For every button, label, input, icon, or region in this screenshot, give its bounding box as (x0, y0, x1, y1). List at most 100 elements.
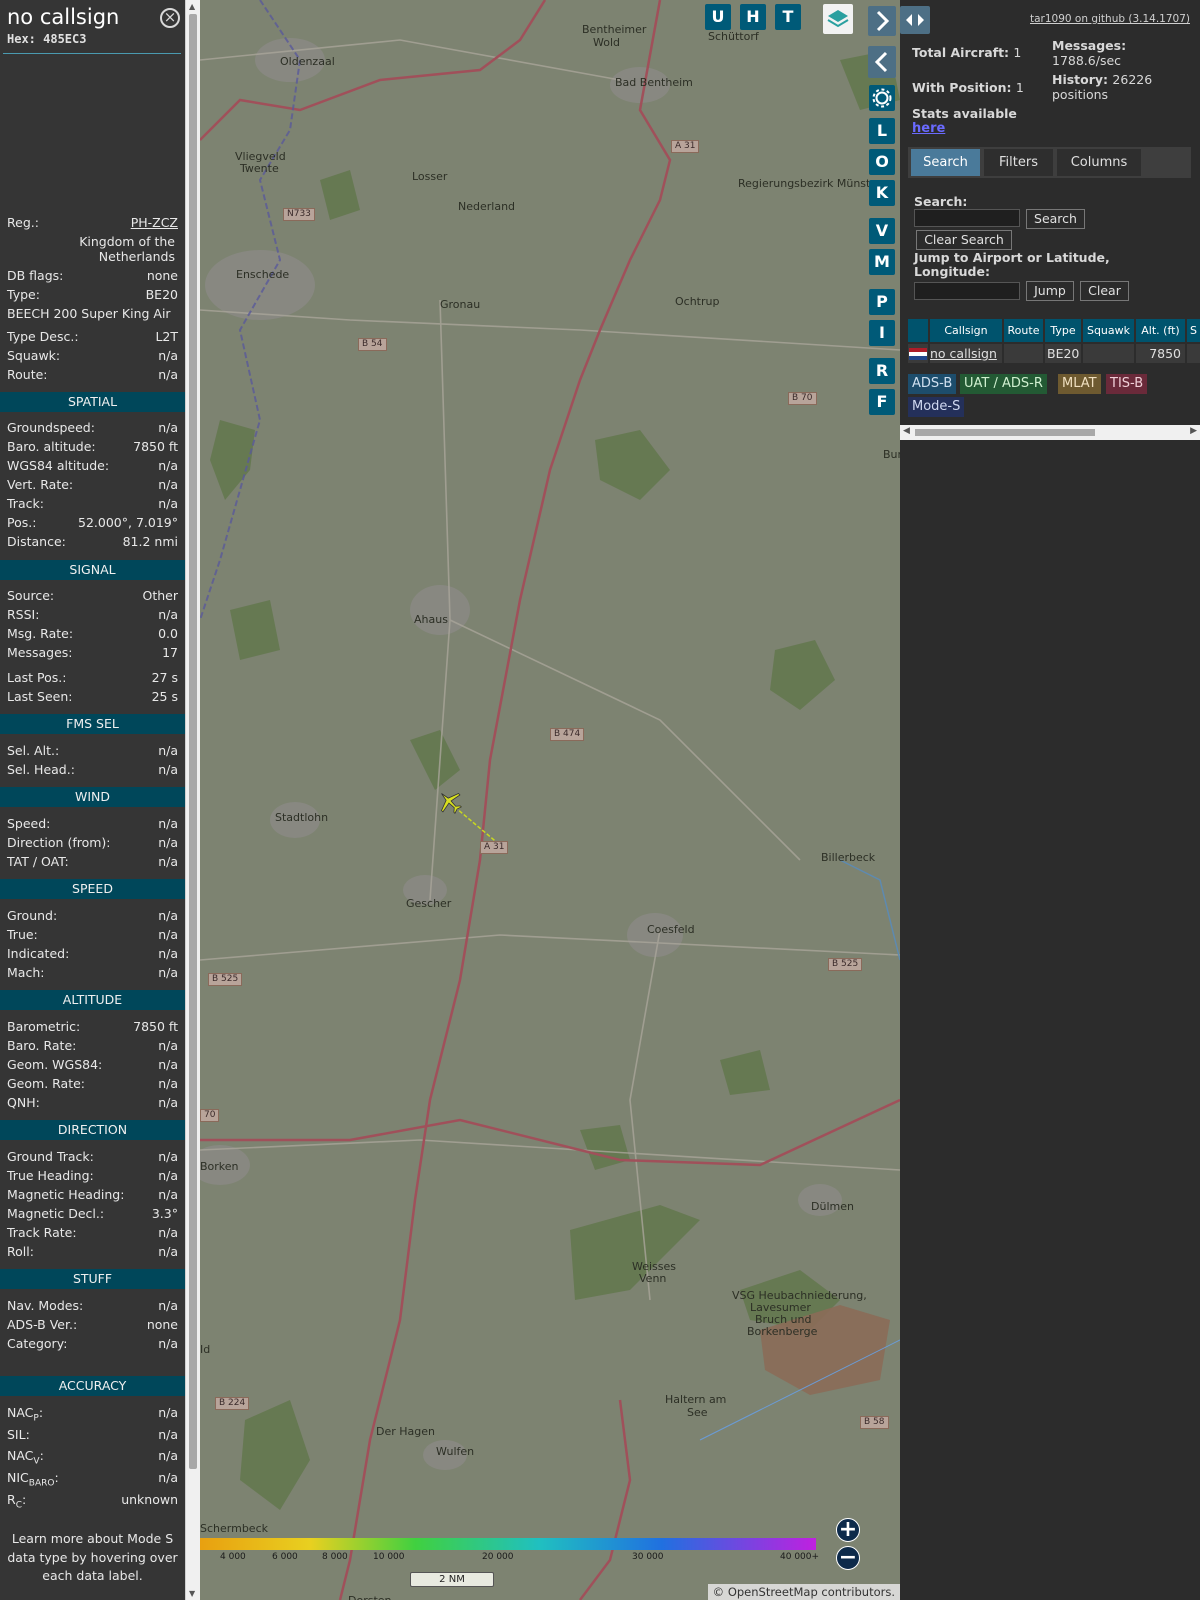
map-btn-l[interactable]: L (869, 118, 895, 144)
tab-columns[interactable]: Columns (1057, 149, 1141, 176)
map-btn-i[interactable]: I (869, 320, 895, 346)
signal-label: Messages: (7, 645, 73, 660)
map-btn-o[interactable]: O (869, 149, 895, 175)
signal-row: Messages: 17 (7, 644, 178, 661)
hscroll-thumb[interactable] (915, 429, 1095, 436)
nacp-label: NACP: (7, 1405, 44, 1424)
history-stat: History: 26226 positions (1052, 72, 1153, 102)
direction-value: n/a (158, 1187, 178, 1202)
direction-row: Ground Track: n/a (7, 1148, 178, 1165)
legend-adsb[interactable]: ADS-B (908, 374, 957, 394)
place-label: Bur (883, 448, 900, 461)
direction-row: Magnetic Decl.: 3.3° (7, 1205, 178, 1222)
dbflags-label: DB flags: (7, 268, 64, 283)
col-altitude[interactable]: Alt. (ft) (1136, 319, 1185, 342)
swap-sides-icon[interactable] (900, 6, 930, 34)
scrollbar-thumb[interactable] (189, 14, 197, 1469)
stuff-value: none (146, 1317, 178, 1332)
speed-label: Mach: (7, 965, 45, 980)
search-button[interactable]: Search (1026, 209, 1085, 229)
map-view[interactable]: Oldenzaal Bentheimer Wold Schüttorf Bad Bent… (200, 0, 900, 1600)
spatial-value: 52.000°, 7.019° (78, 515, 178, 530)
table-horizontal-scrollbar[interactable]: ◀ ▶ (900, 425, 1200, 440)
place-label: Dülmen (811, 1200, 854, 1213)
zoom-out-button[interactable]: − (836, 1546, 860, 1570)
direction-value: n/a (158, 1149, 178, 1164)
reg-label: Reg.: (7, 215, 39, 230)
signal-row: Last Seen: 25 s (7, 688, 178, 705)
settings-gear-icon[interactable] (869, 85, 895, 111)
speed-row: Mach: n/a (7, 964, 178, 981)
country-line-2: Netherlands (98, 249, 175, 264)
direction-label: Ground Track: (7, 1149, 94, 1164)
scroll-right-icon[interactable]: ▶ (1190, 426, 1197, 436)
map-btn-u[interactable]: U (705, 4, 731, 30)
legend-tisb[interactable]: TIS-B (1106, 374, 1148, 394)
map-btn-r[interactable]: R (869, 358, 895, 384)
aircraft-icon[interactable] (436, 788, 464, 816)
legend-uat[interactable]: UAT / ADS-R (960, 374, 1047, 394)
fms-row: Sel. Head.: n/a (7, 761, 178, 778)
tab-filters[interactable]: Filters (984, 149, 1053, 176)
place-label: Wold (593, 36, 621, 49)
zoom-in-button[interactable]: + (836, 1518, 860, 1542)
scroll-down-icon[interactable]: ▼ (189, 1589, 195, 1598)
place-label: Id (200, 1343, 211, 1356)
legend-modes[interactable]: Mode-S (908, 397, 965, 417)
row-callsign[interactable]: no callsign (930, 344, 1002, 363)
col-route[interactable]: Route (1004, 319, 1043, 342)
search-label: Search: (914, 194, 968, 209)
spatial-label: Distance: (7, 534, 66, 549)
direction-row: Magnetic Heading: n/a (7, 1186, 178, 1203)
map-btn-m[interactable]: M (869, 249, 895, 275)
map-btn-h[interactable]: H (740, 4, 766, 30)
wind-label: TAT / OAT: (7, 854, 69, 869)
map-btn-p[interactable]: P (869, 289, 895, 315)
col-speed[interactable]: S (1187, 319, 1200, 342)
spatial-value: 7850 ft (133, 439, 178, 454)
map-btn-v[interactable]: V (869, 218, 895, 244)
tab-search[interactable]: Search (911, 149, 980, 176)
github-link[interactable]: tar1090 on github (3.14.1707) (1030, 13, 1190, 25)
speed-row: Indicated: n/a (7, 945, 178, 962)
rc-value: unknown (121, 1492, 178, 1507)
stats-here-link[interactable]: here (912, 121, 945, 136)
osm-link[interactable]: OpenStreetMap (728, 1585, 818, 1599)
col-callsign[interactable]: Callsign (930, 319, 1002, 342)
place-label: Billerbeck (821, 851, 876, 864)
map-btn-t[interactable]: T (775, 4, 801, 30)
altitude-row: Geom. Rate: n/a (7, 1075, 178, 1092)
search-input[interactable] (914, 209, 1020, 227)
direction-value: 3.3° (151, 1206, 178, 1221)
col-squawk[interactable]: Squawk (1083, 319, 1134, 342)
altitude-row: Barometric: 7850 ft (7, 1018, 178, 1035)
jump-input[interactable] (914, 282, 1020, 300)
aircraft-info-panel: no callsign × Hex: 485EC3 Reg.: PH-ZCZ K… (0, 0, 185, 1600)
left-panel-scrollbar[interactable]: ▲ ▼ (185, 0, 200, 1600)
scroll-up-icon[interactable]: ▲ (189, 2, 195, 11)
place-label: Dorsten (348, 1594, 392, 1600)
reg-row: Reg.: PH-ZCZ (7, 214, 178, 231)
layers-icon[interactable] (823, 4, 853, 34)
clear-search-button[interactable]: Clear Search (916, 230, 1012, 250)
header-divider (3, 53, 181, 54)
map-btn-f[interactable]: F (869, 389, 895, 415)
spatial-value: n/a (158, 477, 178, 492)
collapse-left-icon[interactable] (868, 46, 896, 78)
direction-label: Track Rate: (7, 1225, 77, 1240)
speed-value: n/a (158, 908, 178, 923)
close-icon[interactable]: × (160, 8, 180, 28)
reg-link[interactable]: PH-ZCZ (131, 214, 178, 231)
road-label: B 70 (788, 392, 817, 405)
expand-right-icon[interactable] (868, 6, 896, 36)
col-type[interactable]: Type (1045, 319, 1081, 342)
stuff-label: Category: (7, 1336, 68, 1351)
map-btn-k[interactable]: K (869, 180, 895, 206)
scroll-left-icon[interactable]: ◀ (903, 426, 910, 436)
jump-button[interactable]: Jump (1026, 281, 1074, 301)
legend-mlat[interactable]: MLAT (1058, 374, 1101, 394)
place-label: Regierungsbezirk Münster (738, 177, 882, 190)
clear-jump-button[interactable]: Clear (1080, 281, 1129, 301)
altitude-tick-label: 30 000 (632, 1552, 664, 1562)
wind-row: TAT / OAT: n/a (7, 853, 178, 870)
